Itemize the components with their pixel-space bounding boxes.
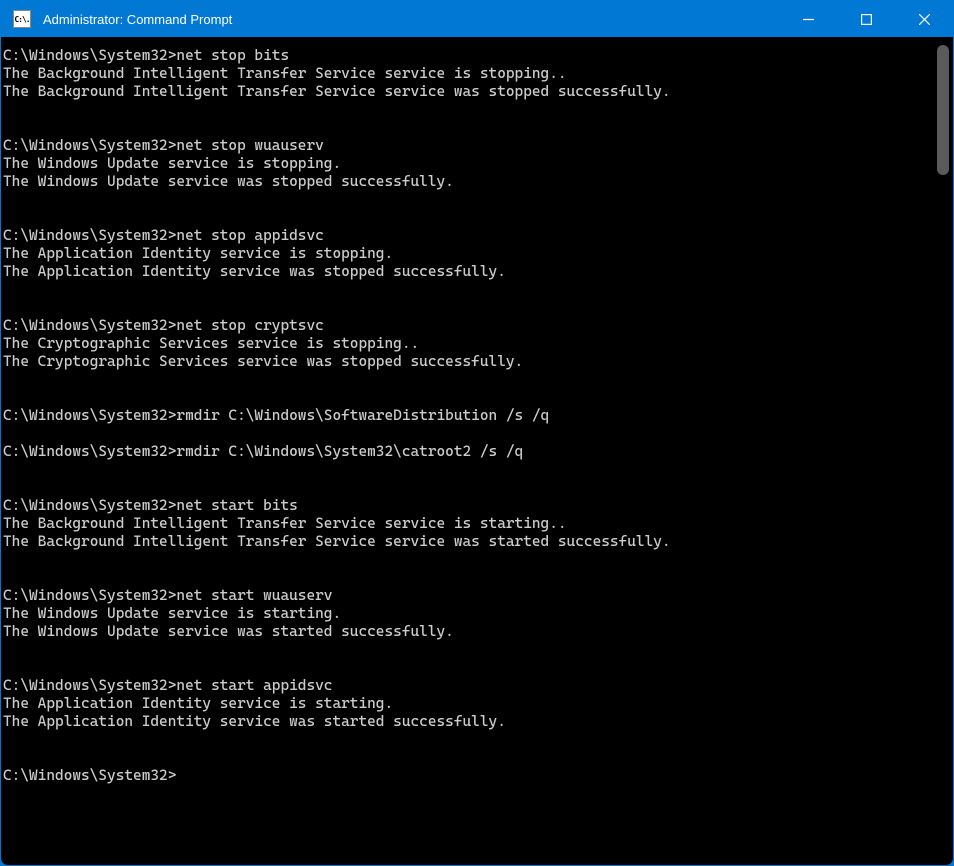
window-title: Administrator: Command Prompt [43,12,779,27]
command-block: C:\Windows\System32>net start appidsvc T… [3,677,951,731]
minimize-button[interactable] [779,1,837,37]
maximize-button[interactable] [837,1,895,37]
command-block: C:\Windows\System32>rmdir C:\Windows\Sys… [3,443,951,461]
cmd-icon: C:\. [13,10,31,28]
titlebar[interactable]: C:\. Administrator: Command Prompt [1,1,953,37]
close-button[interactable] [895,1,953,37]
terminal-wrapper: C:\Windows\System32>net stop bits The Ba… [1,37,953,865]
command-block: C:\Windows\System32>net start bits The B… [3,497,951,551]
window-controls [779,1,953,37]
command-block: C:\Windows\System32>net stop wuauserv Th… [3,137,951,191]
close-icon [919,14,930,25]
maximize-icon [861,14,872,25]
minimize-icon [803,14,814,25]
command-block: C:\Windows\System32>net stop appidsvc Th… [3,227,951,281]
command-prompt-window: C:\. Administrator: Command Prompt C:\Wi… [0,0,954,866]
terminal-output[interactable]: C:\Windows\System32>net stop bits The Ba… [1,37,953,865]
scrollbar-thumb[interactable] [937,45,949,175]
command-block: C:\Windows\System32>rmdir C:\Windows\Sof… [3,407,951,425]
command-block: C:\Windows\System32>net start wuauserv T… [3,587,951,641]
command-block: C:\Windows\System32>net stop cryptsvc Th… [3,317,951,371]
command-block: C:\Windows\System32> [3,767,951,785]
command-block: C:\Windows\System32>net stop bits The Ba… [3,47,951,101]
